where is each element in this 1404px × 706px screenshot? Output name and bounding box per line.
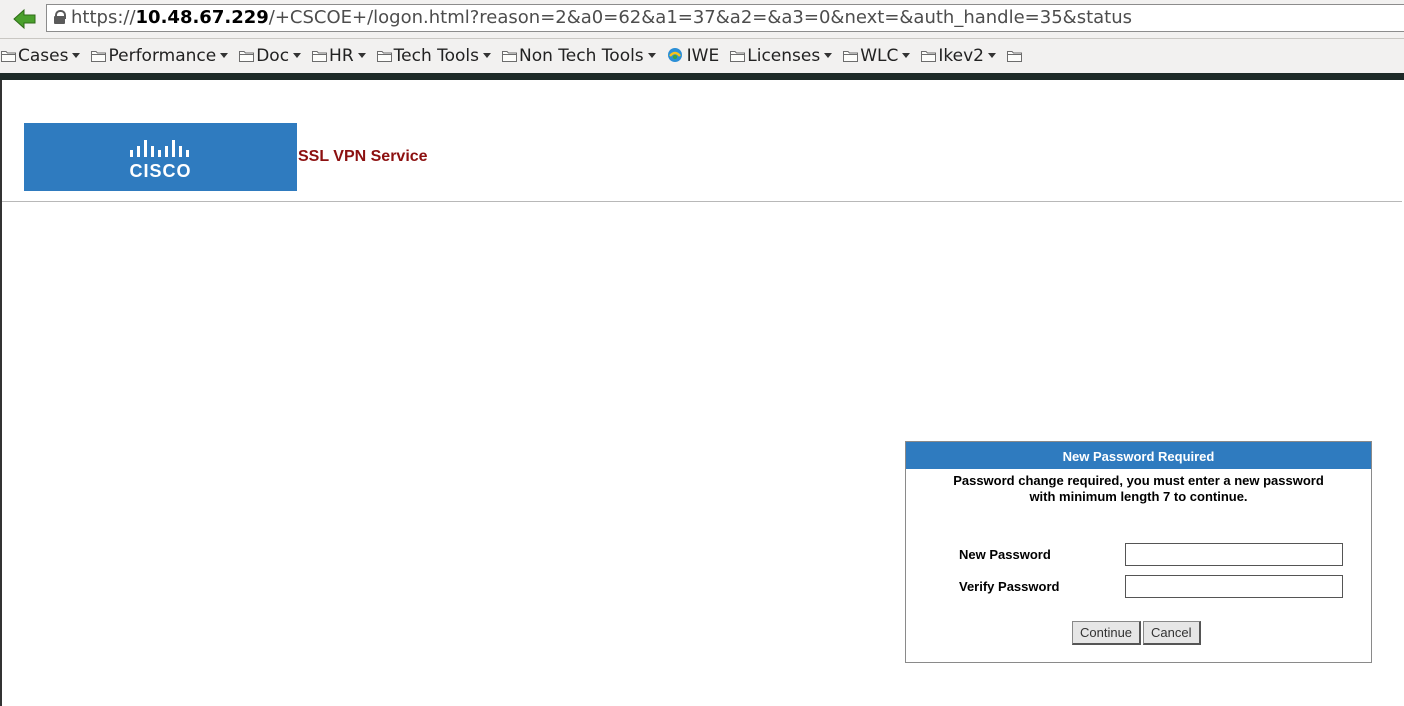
dialog-message: Password change required, you must enter… — [906, 473, 1371, 505]
bookmark-item[interactable]: HR — [312, 39, 377, 73]
bookmark-label: IWE — [686, 46, 720, 66]
bookmark-item[interactable]: Non Tech Tools — [502, 39, 667, 73]
new-password-row: New Password — [906, 543, 1371, 567]
chevron-down-icon — [902, 53, 911, 58]
folder-icon — [239, 40, 255, 62]
url-input[interactable]: https://10.48.67.229/+CSCOE+/logon.html?… — [46, 4, 1404, 32]
bookmark-item[interactable]: Tech Tools — [376, 39, 502, 73]
chevron-down-icon — [293, 53, 302, 58]
chevron-down-icon — [987, 53, 996, 58]
chevron-down-icon — [647, 53, 656, 58]
page-header: CISCO SSL VPN Service — [2, 80, 1402, 202]
bookmark-label: Performance — [108, 46, 217, 66]
dialog-buttons: Continue Cancel — [1072, 621, 1203, 645]
bookmark-item[interactable]: Doc — [239, 39, 312, 73]
back-arrow-icon[interactable] — [12, 8, 38, 30]
chevron-down-icon — [220, 53, 229, 58]
toolbar-divider — [0, 73, 1404, 80]
iwe-icon — [667, 41, 683, 62]
verify-password-row: Verify Password — [906, 575, 1371, 599]
chevron-down-icon — [483, 53, 492, 58]
bookmark-label: Licenses — [747, 46, 821, 66]
continue-button[interactable]: Continue — [1072, 621, 1142, 645]
url-prefix: https:// — [71, 7, 136, 28]
chevron-down-icon — [357, 53, 366, 58]
bookmark-item[interactable] — [1006, 39, 1035, 73]
dialog-message-line1: Password change required, you must enter… — [953, 473, 1324, 488]
url-path: /+CSCOE+/logon.html?reason=2&a0=62&a1=37… — [268, 7, 1133, 28]
cancel-button[interactable]: Cancel — [1143, 621, 1201, 645]
new-password-dialog: New Password Required Password change re… — [905, 441, 1372, 663]
folder-icon — [1006, 40, 1022, 62]
chevron-down-icon — [72, 53, 81, 58]
bookmark-item[interactable]: IWE — [667, 39, 731, 73]
folder-icon — [312, 40, 328, 62]
bookmark-label: WLC — [860, 46, 899, 66]
folder-icon — [91, 40, 107, 62]
dialog-message-line2: with minimum length 7 to continue. — [1029, 489, 1248, 504]
verify-password-field[interactable] — [1125, 575, 1343, 598]
folder-icon — [502, 40, 518, 62]
bookmark-item[interactable]: Ikev2 — [921, 39, 1007, 73]
bookmark-label: Cases — [18, 46, 69, 66]
dialog-title: New Password Required — [906, 442, 1371, 469]
bookmark-label: Non Tech Tools — [519, 46, 644, 66]
bookmark-item[interactable]: Licenses — [730, 39, 843, 73]
page-content: CISCO SSL VPN Service New Password Requi… — [0, 80, 1404, 706]
url-host: 10.48.67.229 — [135, 7, 269, 28]
folder-icon — [843, 40, 859, 62]
bookmark-item[interactable]: Performance — [91, 39, 239, 73]
chevron-down-icon — [824, 53, 833, 58]
address-bar: https://10.48.67.229/+CSCOE+/logon.html?… — [0, 0, 1404, 39]
service-title: SSL VPN Service — [298, 148, 428, 165]
folder-icon — [1, 40, 16, 62]
bookmark-label: Doc — [256, 46, 290, 66]
verify-password-label: Verify Password — [959, 579, 1060, 594]
folder-icon — [730, 40, 746, 62]
bookmark-item[interactable]: WLC — [843, 39, 921, 73]
bookmark-label: Ikev2 — [938, 46, 984, 66]
bookmark-item[interactable]: Cases — [1, 39, 91, 73]
bookmark-label: HR — [329, 46, 354, 66]
new-password-label: New Password — [959, 547, 1051, 562]
cisco-logo: CISCO — [24, 123, 297, 191]
bookmarks-toolbar: Cases Performance Doc HR Tech Tools Non Tech … — [0, 39, 1404, 73]
cisco-logo-text: CISCO — [129, 161, 192, 181]
new-password-field[interactable] — [1125, 543, 1343, 566]
lock-icon — [54, 10, 66, 24]
folder-icon — [376, 40, 392, 62]
bookmark-label: Tech Tools — [393, 46, 480, 66]
folder-icon — [921, 40, 937, 62]
